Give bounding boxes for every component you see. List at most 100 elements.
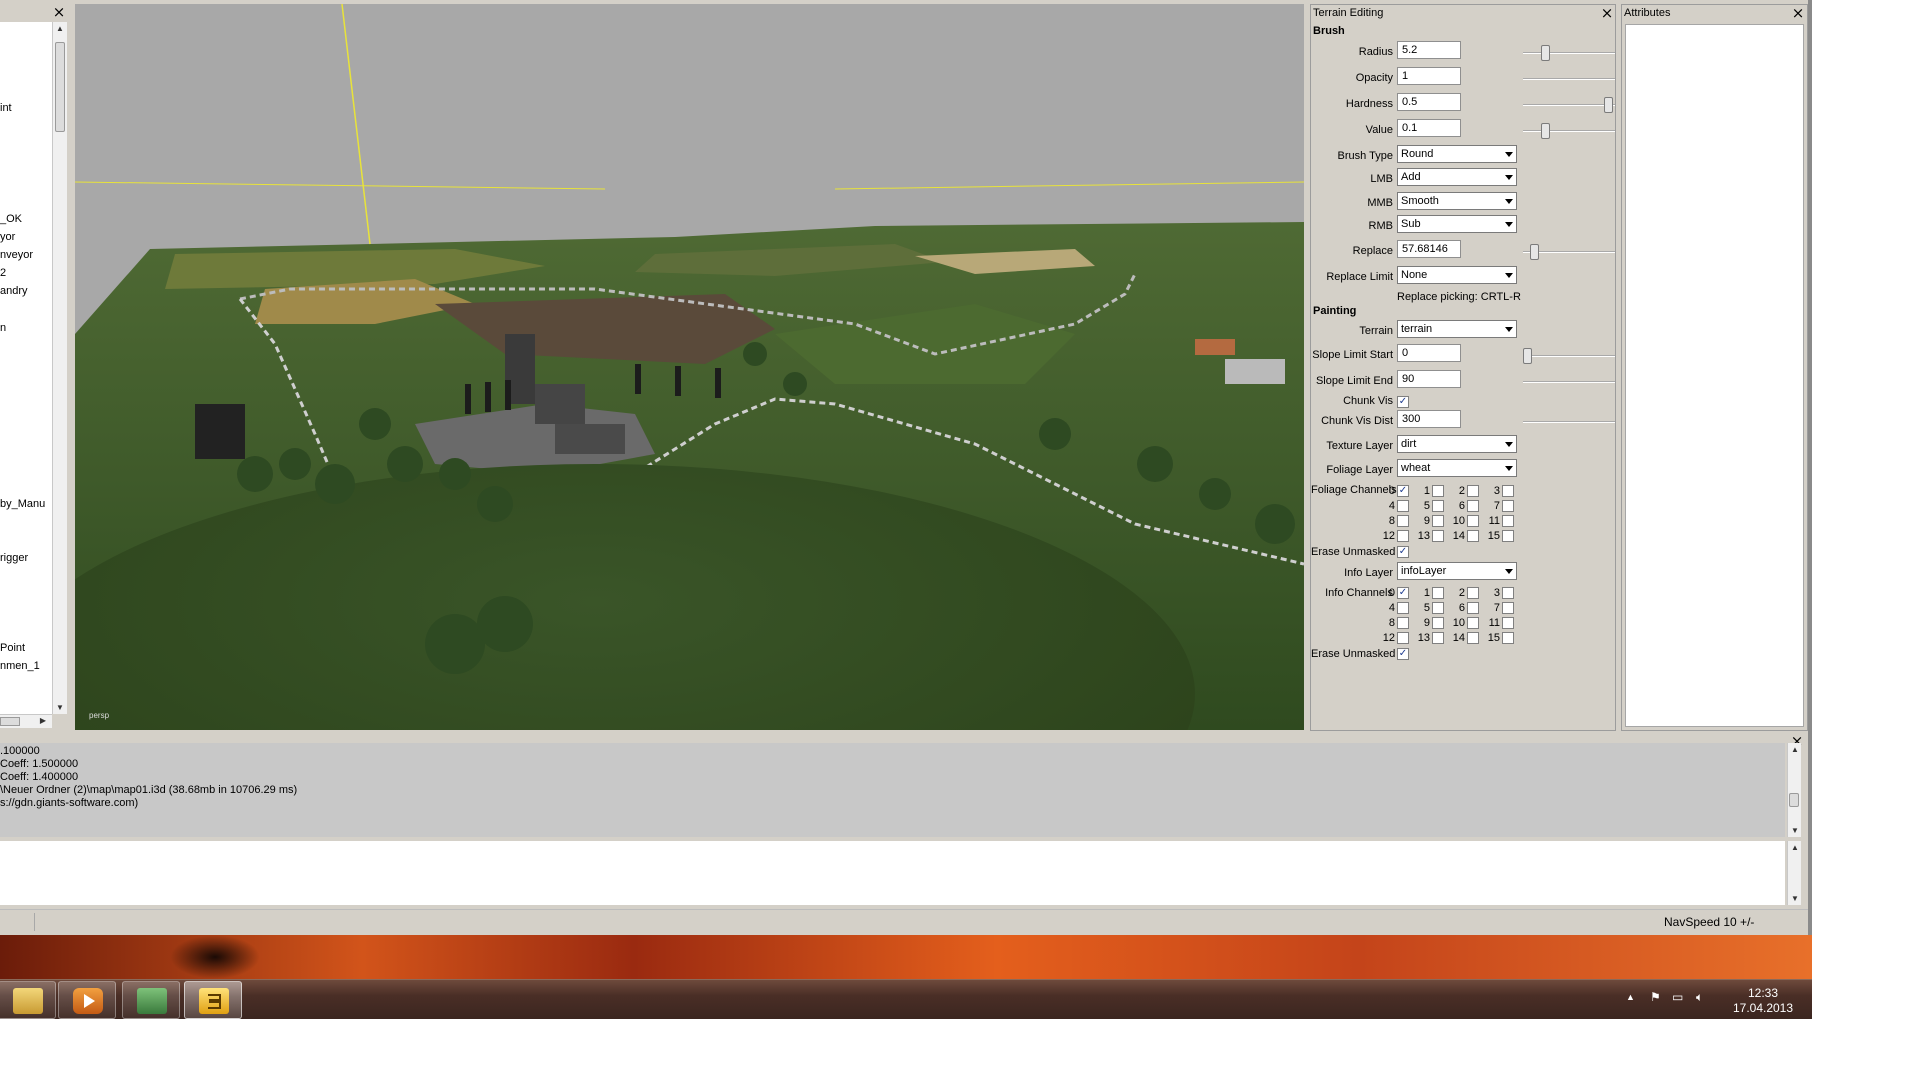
scroll-thumb[interactable] xyxy=(55,42,65,132)
slider-knob[interactable] xyxy=(1541,45,1550,61)
scroll-right-icon[interactable]: ▶ xyxy=(36,716,50,725)
channel-12-checkbox[interactable] xyxy=(1397,530,1409,542)
taskbar-media-button[interactable] xyxy=(58,981,116,1019)
scroll-up-icon[interactable]: ▲ xyxy=(1788,843,1802,852)
channel-3-checkbox[interactable] xyxy=(1502,587,1514,599)
tree-item[interactable]: rigger xyxy=(0,552,28,564)
console-vscrollbar[interactable]: ▲ ▼ xyxy=(1787,743,1801,837)
channel-10-checkbox[interactable] xyxy=(1467,617,1479,629)
slider-knob[interactable] xyxy=(1604,97,1613,113)
opacity-slider[interactable] xyxy=(1523,71,1615,87)
terrain-dropdown[interactable]: terrain xyxy=(1397,320,1517,338)
action-center-flag-icon[interactable]: ⚑ xyxy=(1650,990,1661,1004)
chunk-vis-checkbox[interactable]: ✓ xyxy=(1397,396,1409,408)
value-field[interactable]: 0.1 xyxy=(1397,119,1461,137)
channel-8-checkbox[interactable] xyxy=(1397,515,1409,527)
close-icon[interactable]: × xyxy=(1791,6,1805,21)
brush-type-dropdown[interactable]: Round xyxy=(1397,145,1517,163)
replace-field[interactable]: 57.68146 xyxy=(1397,240,1461,258)
taskbar-network-button[interactable] xyxy=(122,981,180,1019)
channel-12-checkbox[interactable] xyxy=(1397,632,1409,644)
channel-5-checkbox[interactable] xyxy=(1432,602,1444,614)
slider-knob[interactable] xyxy=(1523,348,1532,364)
channel-7-checkbox[interactable] xyxy=(1502,602,1514,614)
tree-item[interactable]: Point xyxy=(0,642,25,654)
channel-10-checkbox[interactable] xyxy=(1467,515,1479,527)
channel-1-checkbox[interactable] xyxy=(1432,587,1444,599)
script-input[interactable] xyxy=(0,841,1785,905)
tree-item[interactable]: by_Manu xyxy=(0,498,45,510)
channel-2-checkbox[interactable] xyxy=(1467,587,1479,599)
channel-6-checkbox[interactable] xyxy=(1467,500,1479,512)
channel-9-checkbox[interactable] xyxy=(1432,617,1444,629)
channel-8-checkbox[interactable] xyxy=(1397,617,1409,629)
radius-slider[interactable] xyxy=(1523,45,1615,61)
opacity-field[interactable]: 1 xyxy=(1397,67,1461,85)
channel-9-checkbox[interactable] xyxy=(1432,515,1444,527)
slope-end-slider[interactable] xyxy=(1523,374,1615,390)
rmb-dropdown[interactable]: Sub xyxy=(1397,215,1517,233)
channel-11-checkbox[interactable] xyxy=(1502,515,1514,527)
scroll-up-icon[interactable]: ▲ xyxy=(53,24,67,33)
tree-item[interactable]: nmen_1 xyxy=(0,660,40,672)
tree-item[interactable]: 2 xyxy=(0,267,6,279)
slope-start-field[interactable]: 0 xyxy=(1397,344,1461,362)
channel-6-checkbox[interactable] xyxy=(1467,602,1479,614)
replace-limit-dropdown[interactable]: None xyxy=(1397,266,1517,284)
info-layer-dropdown[interactable]: infoLayer xyxy=(1397,562,1517,580)
slider-knob[interactable] xyxy=(1541,123,1550,139)
close-icon[interactable]: × xyxy=(1600,6,1614,21)
channel-13-checkbox[interactable] xyxy=(1432,632,1444,644)
close-icon[interactable]: × xyxy=(52,5,66,20)
volume-icon[interactable]: 🔈︎ xyxy=(1696,990,1703,1005)
channel-3-checkbox[interactable] xyxy=(1502,485,1514,497)
channel-13-checkbox[interactable] xyxy=(1432,530,1444,542)
erase-unmasked-checkbox[interactable]: ✓ xyxy=(1397,648,1409,660)
slope-start-slider[interactable] xyxy=(1523,348,1615,364)
slope-end-field[interactable]: 90 xyxy=(1397,370,1461,388)
outliner-vscrollbar[interactable]: ▲ ▼ xyxy=(52,22,67,714)
outliner-hscrollbar[interactable]: ▶ xyxy=(0,714,52,728)
channel-14-checkbox[interactable] xyxy=(1467,632,1479,644)
channel-4-checkbox[interactable] xyxy=(1397,602,1409,614)
scroll-thumb[interactable] xyxy=(0,717,20,726)
channel-0-checkbox[interactable]: ✓ xyxy=(1397,587,1409,599)
channel-14-checkbox[interactable] xyxy=(1467,530,1479,542)
erase-unmasked-checkbox[interactable]: ✓ xyxy=(1397,546,1409,558)
foliage-layer-dropdown[interactable]: wheat xyxy=(1397,459,1517,477)
chunk-vis-dist-field[interactable]: 300 xyxy=(1397,410,1461,428)
texture-layer-dropdown[interactable]: dirt xyxy=(1397,435,1517,453)
tree-item[interactable]: yor xyxy=(0,231,15,243)
tree-item[interactable]: nveyor xyxy=(0,249,33,261)
channel-5-checkbox[interactable] xyxy=(1432,500,1444,512)
scroll-down-icon[interactable]: ▼ xyxy=(1788,894,1802,903)
script-vscrollbar[interactable]: ▲ ▼ xyxy=(1787,841,1801,905)
lmb-dropdown[interactable]: Add xyxy=(1397,168,1517,186)
scroll-up-icon[interactable]: ▲ xyxy=(1788,745,1802,754)
mmb-dropdown[interactable]: Smooth xyxy=(1397,192,1517,210)
tree-item[interactable]: _OK xyxy=(0,213,22,225)
scroll-down-icon[interactable]: ▼ xyxy=(1788,826,1802,835)
radius-field[interactable]: 5.2 xyxy=(1397,41,1461,59)
channel-2-checkbox[interactable] xyxy=(1467,485,1479,497)
channel-1-checkbox[interactable] xyxy=(1432,485,1444,497)
channel-4-checkbox[interactable] xyxy=(1397,500,1409,512)
channel-15-checkbox[interactable] xyxy=(1502,632,1514,644)
tree-item[interactable]: n xyxy=(0,322,6,334)
channel-7-checkbox[interactable] xyxy=(1502,500,1514,512)
channel-11-checkbox[interactable] xyxy=(1502,617,1514,629)
taskbar-editor-button[interactable] xyxy=(184,981,242,1019)
value-slider[interactable] xyxy=(1523,123,1615,139)
tree-item[interactable]: andry xyxy=(0,285,28,297)
chunk-vis-dist-slider[interactable] xyxy=(1523,414,1615,430)
channel-0-checkbox[interactable]: ✓ xyxy=(1397,485,1409,497)
channel-15-checkbox[interactable] xyxy=(1502,530,1514,542)
clock[interactable]: 12:33 17.04.2013 xyxy=(1728,986,1798,1016)
replace-slider[interactable] xyxy=(1523,244,1615,260)
hardness-slider[interactable] xyxy=(1523,97,1615,113)
scroll-thumb[interactable] xyxy=(1789,793,1799,807)
scroll-down-icon[interactable]: ▼ xyxy=(53,703,67,712)
taskbar-explorer-button[interactable] xyxy=(0,981,56,1019)
3d-viewport[interactable]: persp xyxy=(75,4,1304,730)
hardness-field[interactable]: 0.5 xyxy=(1397,93,1461,111)
